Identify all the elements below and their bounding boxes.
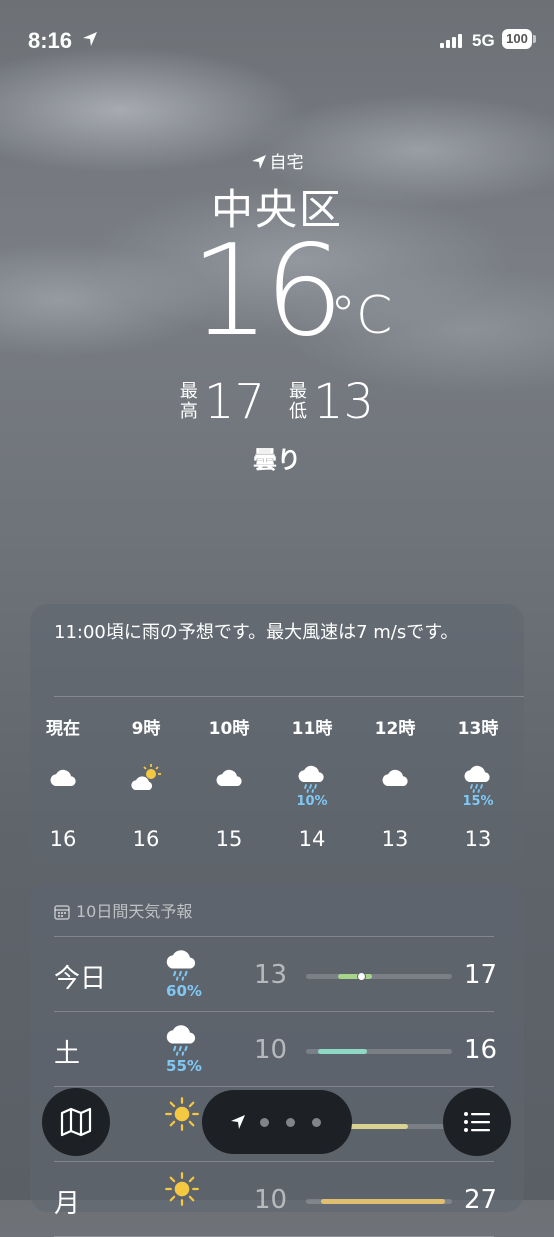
home-label: 自宅 — [0, 148, 554, 173]
day-name: 土 — [54, 1039, 81, 1069]
day-low: 10 — [254, 1185, 288, 1215]
location-arrow-icon — [83, 32, 97, 46]
hour-temp: 13 — [381, 827, 409, 851]
divider — [54, 1011, 494, 1012]
location-arrow-icon — [251, 155, 266, 169]
rain-cloud-icon — [462, 762, 494, 794]
day-low: 10 — [254, 1035, 288, 1065]
daily-header: 10日間天気予報 — [54, 898, 192, 922]
day-name: 今日 — [54, 964, 107, 994]
page-dot[interactable] — [286, 1118, 295, 1127]
low-label: 最 低 — [289, 382, 307, 422]
low-label-2: 低 — [289, 401, 307, 422]
high-label-2: 高 — [179, 401, 198, 422]
forecast-summary: 11:00頃に雨の予想です。最大風速は7 m/sです。 — [54, 622, 459, 643]
day-high: 16 — [464, 1035, 498, 1065]
day-row[interactable]: 土 55% 10 16 — [30, 1013, 524, 1087]
hourly-forecast-card[interactable]: 11:00頃に雨の予想です。最大風速は7 m/sです。 現在 16 9時 16 10時 1… — [30, 604, 524, 864]
current-temperature: 16 — [190, 217, 344, 364]
temp-range-bar — [306, 1049, 452, 1054]
temp-range-fill — [317, 1049, 368, 1054]
network-type: 5G — [472, 31, 495, 50]
temperature-unit: °C — [330, 286, 393, 346]
temp-range-fill — [338, 974, 372, 979]
day-row[interactable]: 今日 60% 13 17 — [30, 938, 524, 1012]
page-dot[interactable] — [260, 1118, 269, 1127]
day-precip: 60% — [166, 982, 202, 1000]
hour-temp: 13 — [464, 827, 492, 851]
hourly-list[interactable]: 現在 16 9時 16 10時 15 11時 10% 14 12時 13 13時 15% 13 — [30, 714, 524, 854]
temp-range-bar — [306, 972, 452, 981]
partly-sunny-icon — [130, 762, 162, 794]
hour-label: 12時 — [374, 719, 416, 739]
hour-label: 9時 — [131, 719, 161, 739]
day-precip: 55% — [166, 1057, 202, 1075]
high-low: 最 高 17 最 低 13 — [0, 374, 554, 430]
day-high: 17 — [464, 960, 498, 990]
page-dot[interactable] — [312, 1118, 321, 1127]
divider — [54, 696, 524, 697]
day-high: 27 — [464, 1185, 498, 1215]
day-low: 13 — [254, 960, 288, 990]
list-icon — [464, 1112, 490, 1132]
location-arrow-icon — [231, 1115, 245, 1129]
high-label: 最 高 — [180, 382, 198, 422]
sun-icon — [164, 1096, 204, 1131]
low-temperature: 13 — [313, 374, 375, 430]
status-time: 8:16 — [28, 28, 73, 53]
divider — [54, 1161, 494, 1162]
hour-temp: 14 — [298, 827, 326, 851]
hour-label: 11時 — [291, 719, 333, 739]
high-label-1: 最 — [179, 381, 198, 402]
day-row[interactable]: 月 10 27 — [30, 1163, 524, 1237]
daily-forecast-card[interactable]: 10日間天気予報 今日 60% 13 17 土 55% 10 16 月 10 27 — [30, 882, 524, 1237]
hour-temp: 16 — [132, 827, 160, 851]
hour-label: 13時 — [457, 719, 499, 739]
page-indicator[interactable] — [202, 1090, 352, 1154]
cloud-icon — [213, 762, 245, 794]
calendar-icon — [54, 905, 70, 920]
divider — [54, 936, 494, 937]
day-name: 月 — [54, 1189, 81, 1219]
high-temperature: 17 — [203, 374, 265, 430]
hour-temp: 16 — [49, 827, 77, 851]
map-icon — [60, 1107, 92, 1137]
hour-label: 10時 — [208, 719, 250, 739]
divider — [54, 1086, 494, 1087]
hour-precip: 10% — [296, 794, 328, 809]
rain-cloud-icon — [296, 762, 328, 794]
battery-nub — [533, 35, 536, 43]
signal-icon — [440, 32, 462, 48]
hour-precip: 15% — [462, 794, 494, 809]
rain-cloud-icon — [164, 946, 204, 981]
low-label-1: 最 — [289, 381, 307, 402]
cloud-icon — [379, 762, 411, 794]
cloud-icon — [47, 762, 79, 794]
battery-icon: 100 — [502, 29, 532, 49]
list-button[interactable] — [443, 1088, 511, 1156]
map-button[interactable] — [42, 1088, 110, 1156]
rain-cloud-icon — [164, 1021, 204, 1056]
status-bar: 8:16 5G 100 — [0, 0, 554, 80]
daily-header-text: 10日間天気予報 — [76, 902, 193, 921]
hour-label: 現在 — [46, 719, 80, 739]
home-label-text: 自宅 — [269, 153, 304, 173]
current-temp-dot — [357, 972, 367, 981]
condition: 曇り — [253, 446, 301, 474]
hour-temp: 15 — [215, 827, 243, 851]
